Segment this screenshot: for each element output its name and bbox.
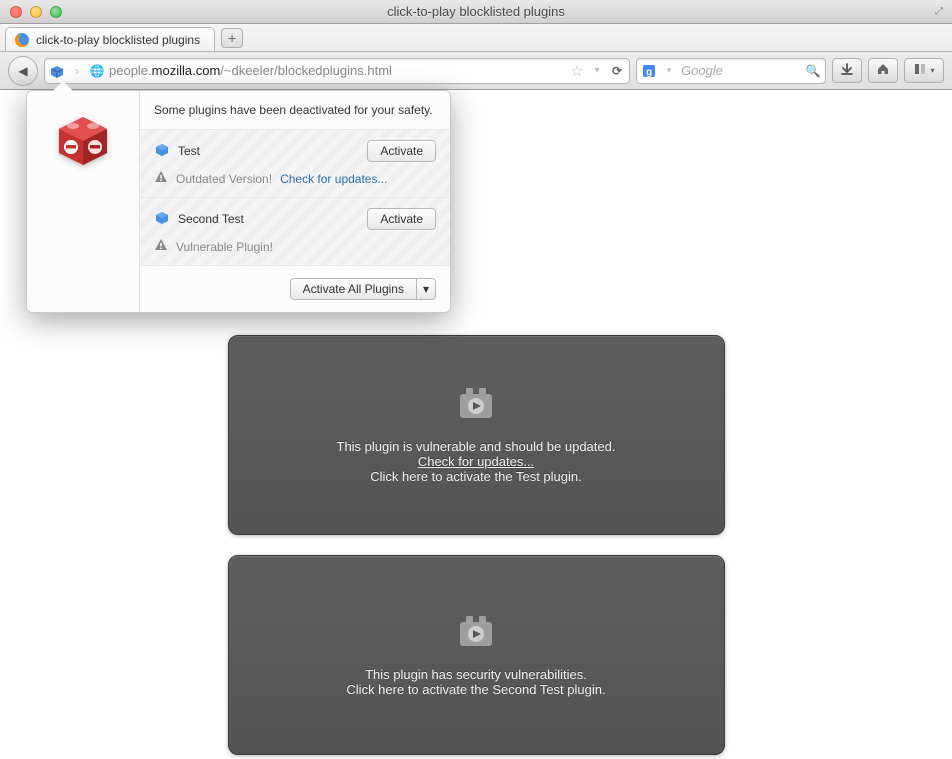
titlebar-right: ⤢ (932, 5, 946, 19)
back-icon: ◀ (18, 64, 27, 78)
activate-all-button[interactable]: Activate All Plugins (290, 278, 416, 300)
blocked-plugin-icon (454, 386, 498, 425)
plugin-message-line1: This plugin has security vulnerabilities… (365, 667, 587, 682)
dropdown-icon: ▾ (594, 65, 599, 76)
tab-active[interactable]: click-to-play blocklisted plugins (5, 27, 215, 51)
url-bar[interactable]: › 🌐 people.mozilla.com/~dkeeler/blockedp… (44, 58, 630, 84)
browser-chrome: click-to-play blocklisted plugins + ◀ › … (0, 24, 952, 90)
close-window-button[interactable] (10, 6, 22, 18)
plugin-name: Test (178, 144, 359, 158)
url-prefix: people. (109, 63, 152, 78)
minimize-window-button[interactable] (30, 6, 42, 18)
activate-all-split-button: Activate All Plugins ▾ (290, 278, 436, 300)
check-for-updates-link[interactable]: Check for updates... (280, 172, 387, 186)
popover-content: Some plugins have been deactivated for y… (139, 91, 450, 312)
plus-icon: + (228, 30, 236, 46)
download-icon (840, 62, 854, 79)
search-dropdown[interactable]: ▾ (661, 63, 677, 79)
forward-icon: › (75, 64, 79, 78)
home-icon (876, 62, 890, 79)
svg-text:g: g (646, 67, 652, 78)
popover-header-text: Some plugins have been deactivated for y… (140, 91, 450, 130)
search-placeholder: Google (681, 63, 801, 78)
plugin-item-2: Second Test Activate Vulnerable Plugin! (140, 198, 450, 266)
traffic-lights (0, 6, 62, 18)
reload-icon: ⟳ (612, 64, 622, 78)
lego-small-icon (154, 210, 170, 229)
history-dropdown[interactable]: ▾ (589, 63, 605, 79)
back-button[interactable]: ◀ (8, 56, 38, 86)
plugin-doorhanger-popover: Some plugins have been deactivated for y… (26, 90, 451, 313)
search-go-button[interactable]: 🔍 (805, 63, 821, 79)
plugin-update-link[interactable]: Check for updates... (418, 454, 534, 469)
url-domain: mozilla.com (152, 63, 221, 78)
plugin-warning-text: Outdated Version! (176, 172, 272, 186)
dropdown-icon: ▾ (667, 65, 672, 76)
bookmark-star-button[interactable]: ☆ (569, 63, 585, 79)
popover-icon-area (27, 91, 139, 312)
plugin-placeholder-2[interactable]: This plugin has security vulnerabilities… (228, 555, 725, 755)
reload-button[interactable]: ⟳ (609, 63, 625, 79)
plugin-name: Second Test (178, 212, 359, 226)
plugin-item-1: Test Activate Outdated Version! Check fo… (140, 130, 450, 198)
toolbar: ◀ › 🌐 people.mozilla.com/~dkeeler/blocke… (0, 52, 952, 90)
bookmarks-icon (913, 62, 927, 79)
plugin-warning-text: Vulnerable Plugin! (176, 240, 273, 254)
plugin-message-line2: Click here to activate the Second Test p… (346, 682, 605, 697)
warning-icon (154, 238, 168, 255)
search-bar[interactable]: g ▾ Google 🔍 (636, 58, 826, 84)
bookmarks-menu-button[interactable]: ▾ (904, 58, 944, 83)
star-icon: ☆ (570, 62, 583, 80)
warning-icon (154, 170, 168, 187)
site-identity-icon[interactable]: 🌐 (89, 63, 105, 79)
home-button[interactable] (868, 58, 898, 83)
popover-footer: Activate All Plugins ▾ (140, 266, 450, 312)
blocked-addon-icon (51, 107, 115, 174)
blocked-plugin-icon (454, 614, 498, 653)
firefox-icon (14, 32, 30, 48)
activate-button[interactable]: Activate (367, 208, 436, 230)
tab-title: click-to-play blocklisted plugins (36, 33, 200, 47)
window-title: click-to-play blocklisted plugins (387, 4, 565, 19)
plugin-message-line2: Click here to activate the Test plugin. (370, 469, 582, 484)
lego-small-icon (154, 142, 170, 161)
search-engine-icon[interactable]: g (641, 63, 657, 79)
search-icon: 🔍 (806, 64, 821, 78)
tab-strip: click-to-play blocklisted plugins + (0, 24, 952, 52)
activate-button[interactable]: Activate (367, 140, 436, 162)
url-path: /~dkeeler/blockedplugins.html (220, 63, 392, 78)
downloads-button[interactable] (832, 58, 862, 83)
dropdown-icon: ▾ (930, 66, 934, 75)
activate-all-dropdown[interactable]: ▾ (416, 278, 436, 300)
zoom-window-button[interactable] (50, 6, 62, 18)
chevron-down-icon: ▾ (423, 282, 429, 296)
fullscreen-icon[interactable]: ⤢ (932, 5, 946, 19)
plugin-notification-icon[interactable] (49, 63, 65, 79)
new-tab-button[interactable]: + (221, 28, 243, 48)
url-text: people.mozilla.com/~dkeeler/blockedplugi… (109, 63, 565, 78)
plugin-message-line1: This plugin is vulnerable and should be … (337, 439, 616, 454)
titlebar: click-to-play blocklisted plugins ⤢ (0, 0, 952, 24)
forward-button[interactable]: › (69, 63, 85, 79)
plugin-placeholder-1[interactable]: This plugin is vulnerable and should be … (228, 335, 725, 535)
